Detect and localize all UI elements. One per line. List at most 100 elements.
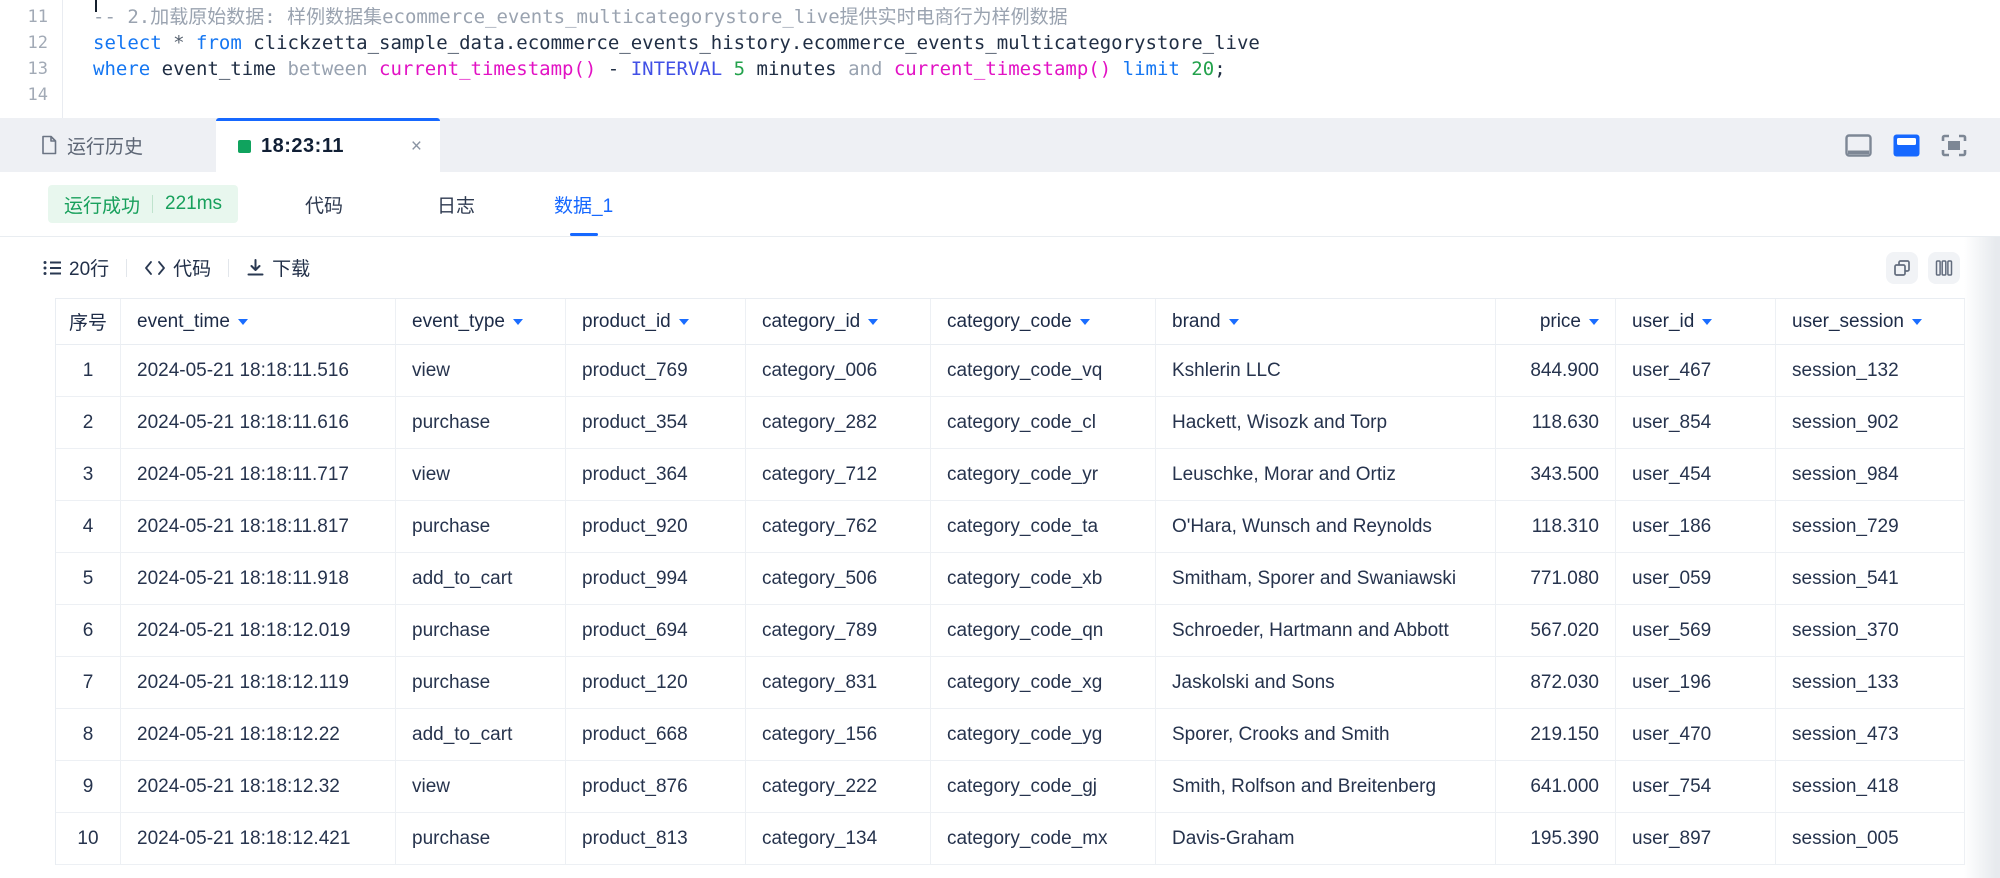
cell-event_type: add_to_cart xyxy=(396,709,566,761)
column-settings-button[interactable] xyxy=(1928,252,1960,284)
line-number: 12 xyxy=(0,30,48,56)
cell-event_type: view xyxy=(396,345,566,397)
cell-user_id: user_454 xyxy=(1616,449,1776,501)
column-header-event_type[interactable]: event_type xyxy=(396,299,566,345)
cell-brand: Smith, Rolfson and Breitenberg xyxy=(1156,761,1496,813)
copy-result-button[interactable] xyxy=(1886,252,1918,284)
result-subtab-code[interactable]: 代码 xyxy=(305,172,343,236)
cell-category_id: category_222 xyxy=(746,761,931,813)
column-label: category_code xyxy=(947,311,1072,333)
cell-user_session: session_005 xyxy=(1776,813,1965,865)
result-subtab-log[interactable]: 日志 xyxy=(437,172,475,236)
column-label: 序号 xyxy=(69,308,107,335)
cell-user_session: session_370 xyxy=(1776,605,1965,657)
column-header-product_id[interactable]: product_id xyxy=(566,299,746,345)
cell-product_id: product_920 xyxy=(566,501,746,553)
cell-序号: 9 xyxy=(56,761,121,813)
column-label: brand xyxy=(1172,311,1221,333)
column-header-brand[interactable]: brand xyxy=(1156,299,1496,345)
cell-event_time: 2024-05-21 18:18:11.516 xyxy=(121,345,396,397)
layout-split-button[interactable] xyxy=(1893,134,1920,157)
cell-price: 343.500 xyxy=(1496,449,1616,501)
cell-user_session: session_984 xyxy=(1776,449,1965,501)
layout-editor-only-button[interactable] xyxy=(1845,134,1872,157)
code-line: 12select * from clickzetta_sample_data.e… xyxy=(0,30,2000,56)
column-header-category_code[interactable]: category_code xyxy=(931,299,1156,345)
code-text xyxy=(48,82,93,108)
table-row[interactable]: 82024-05-21 18:18:12.22add_to_cartproduc… xyxy=(56,709,1965,761)
sort-filter-icon[interactable] xyxy=(679,319,689,325)
run-history-button[interactable]: 运行历史 xyxy=(40,118,143,172)
sort-filter-icon[interactable] xyxy=(1229,319,1239,325)
table-row[interactable]: 72024-05-21 18:18:12.119purchaseproduct_… xyxy=(56,657,1965,709)
sort-filter-icon[interactable] xyxy=(1702,319,1712,325)
cell-category_code: category_code_qn xyxy=(931,605,1156,657)
document-icon xyxy=(40,135,58,155)
cell-序号: 7 xyxy=(56,657,121,709)
run-history-label: 运行历史 xyxy=(67,132,143,159)
cell-price: 567.020 xyxy=(1496,605,1616,657)
cell-price: 872.030 xyxy=(1496,657,1616,709)
column-header-category_id[interactable]: category_id xyxy=(746,299,931,345)
cell-category_code: category_code_cl xyxy=(931,397,1156,449)
cell-user_id: user_754 xyxy=(1616,761,1776,813)
sort-filter-icon[interactable] xyxy=(868,319,878,325)
table-row[interactable]: 92024-05-21 18:18:12.32viewproduct_876ca… xyxy=(56,761,1965,813)
column-header-user_session[interactable]: user_session xyxy=(1776,299,1965,345)
table-row[interactable]: 12024-05-21 18:18:11.516viewproduct_769c… xyxy=(56,345,1965,397)
cell-user_id: user_470 xyxy=(1616,709,1776,761)
column-label: event_time xyxy=(137,311,230,333)
cell-user_id: user_854 xyxy=(1616,397,1776,449)
cell-product_id: product_769 xyxy=(566,345,746,397)
column-header-user_id[interactable]: user_id xyxy=(1616,299,1776,345)
cell-event_type: purchase xyxy=(396,397,566,449)
table-toolbar: 20行 代码 下载 xyxy=(0,237,2000,298)
column-header-event_time[interactable]: event_time xyxy=(121,299,396,345)
toolbar-divider xyxy=(228,259,229,277)
view-code-button[interactable]: 代码 xyxy=(144,254,211,281)
cell-user_session: session_418 xyxy=(1776,761,1965,813)
table-row[interactable]: 62024-05-21 18:18:12.019purchaseproduct_… xyxy=(56,605,1965,657)
cell-category_code: category_code_xb xyxy=(931,553,1156,605)
line-number: 14 xyxy=(0,82,48,108)
cell-product_id: product_364 xyxy=(566,449,746,501)
view-code-label: 代码 xyxy=(173,254,211,281)
close-icon[interactable]: × xyxy=(411,137,422,156)
toolbar-left-group: 20行 代码 下载 xyxy=(43,237,310,298)
column-header-price[interactable]: price xyxy=(1496,299,1616,345)
table-header-row: 序号event_timeevent_typeproduct_idcategory… xyxy=(56,299,1965,345)
cell-event_time: 2024-05-21 18:18:12.32 xyxy=(121,761,396,813)
table-body: 12024-05-21 18:18:11.516viewproduct_769c… xyxy=(56,345,1965,865)
cell-event_type: purchase xyxy=(396,605,566,657)
cell-product_id: product_876 xyxy=(566,761,746,813)
table-row[interactable]: 22024-05-21 18:18:11.616purchaseproduct_… xyxy=(56,397,1965,449)
cell-price: 118.630 xyxy=(1496,397,1616,449)
result-tab-18-23-11[interactable]: 18:23:11 × xyxy=(216,118,440,172)
fullscreen-button[interactable] xyxy=(1941,134,1967,157)
result-subtab-data1[interactable]: 数据_1 xyxy=(554,172,613,236)
table-row[interactable]: 52024-05-21 18:18:11.918add_to_cartprodu… xyxy=(56,553,1965,605)
cell-user_session: session_473 xyxy=(1776,709,1965,761)
cell-category_code: category_code_yg xyxy=(931,709,1156,761)
sort-filter-icon[interactable] xyxy=(1912,319,1922,325)
cell-price: 641.000 xyxy=(1496,761,1616,813)
table-row[interactable]: 102024-05-21 18:18:12.421purchaseproduct… xyxy=(56,813,1965,865)
cell-category_code: category_code_yr xyxy=(931,449,1156,501)
sort-filter-icon[interactable] xyxy=(238,319,248,325)
sort-filter-icon[interactable] xyxy=(513,319,523,325)
fullscreen-icon xyxy=(1941,134,1967,157)
cell-user_session: session_541 xyxy=(1776,553,1965,605)
sort-filter-icon[interactable] xyxy=(1080,319,1090,325)
table-row[interactable]: 42024-05-21 18:18:11.817purchaseproduct_… xyxy=(56,501,1965,553)
table-row[interactable]: 32024-05-21 18:18:11.717viewproduct_364c… xyxy=(56,449,1965,501)
download-button[interactable]: 下载 xyxy=(246,254,310,281)
row-count-button[interactable]: 20行 xyxy=(43,254,109,281)
cell-序号: 8 xyxy=(56,709,121,761)
cell-product_id: product_694 xyxy=(566,605,746,657)
cell-brand: Smitham, Sporer and Swaniawski xyxy=(1156,553,1496,605)
status-badge: 运行成功 221ms xyxy=(48,185,238,223)
horizontal-scroll-shade xyxy=(1964,237,2000,878)
sql-editor[interactable]: 11-- 2.加载原始数据: 样例数据集ecommerce_events_mul… xyxy=(0,0,2000,118)
cell-user_session: session_132 xyxy=(1776,345,1965,397)
sort-filter-icon[interactable] xyxy=(1589,319,1599,325)
